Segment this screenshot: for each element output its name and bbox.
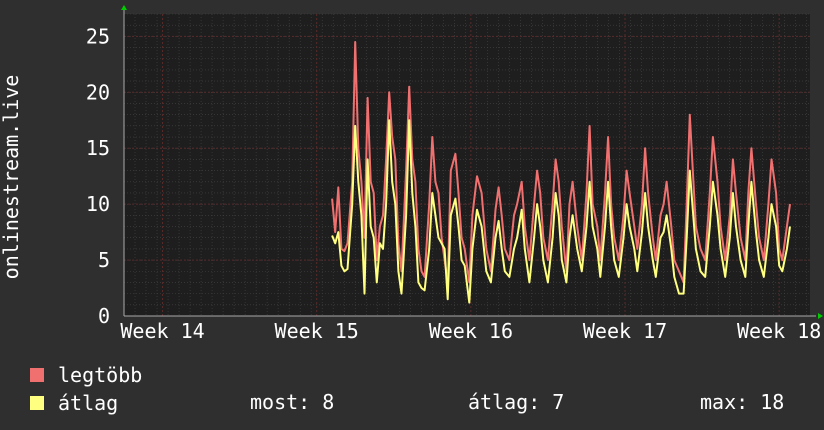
y-axis-label: onlinestream.live xyxy=(0,75,23,280)
legend-label-max: legtöbb xyxy=(58,363,143,387)
y-tick-label: 20 xyxy=(86,80,110,104)
legend-swatch-avg xyxy=(30,396,44,410)
line-chart: 0 5 10 15 20 25 Week 14 Week 15 Week 16 Week 17 We… xyxy=(0,5,823,343)
legend-item-avg: átlag xyxy=(30,390,118,416)
y-tick-label: 0 xyxy=(98,304,110,328)
x-tick-label: Week 18 xyxy=(737,319,821,343)
y-tick-label: 10 xyxy=(86,192,110,216)
legend-item-max: legtöbb xyxy=(30,362,142,388)
y-tick-label: 25 xyxy=(86,24,110,48)
y-tick-label: 5 xyxy=(98,248,110,272)
chart-container: 0 5 10 15 20 25 Week 14 Week 15 Week 16 Week 17 We… xyxy=(0,0,824,430)
y-axis-arrow-icon xyxy=(121,5,127,10)
x-tick-label: Week 15 xyxy=(275,319,359,343)
x-tick-label: Week 16 xyxy=(429,319,513,343)
stat-now: most: 8 xyxy=(250,390,335,414)
x-tick-label: Week 14 xyxy=(120,319,204,343)
stat-average: átlag: 7 xyxy=(468,390,565,414)
legend-swatch-max xyxy=(30,368,44,382)
y-tick-label: 15 xyxy=(86,136,110,160)
stat-max: max: 18 xyxy=(700,390,785,414)
x-tick-label: Week 17 xyxy=(583,319,667,343)
legend-label-avg: átlag xyxy=(58,391,119,415)
